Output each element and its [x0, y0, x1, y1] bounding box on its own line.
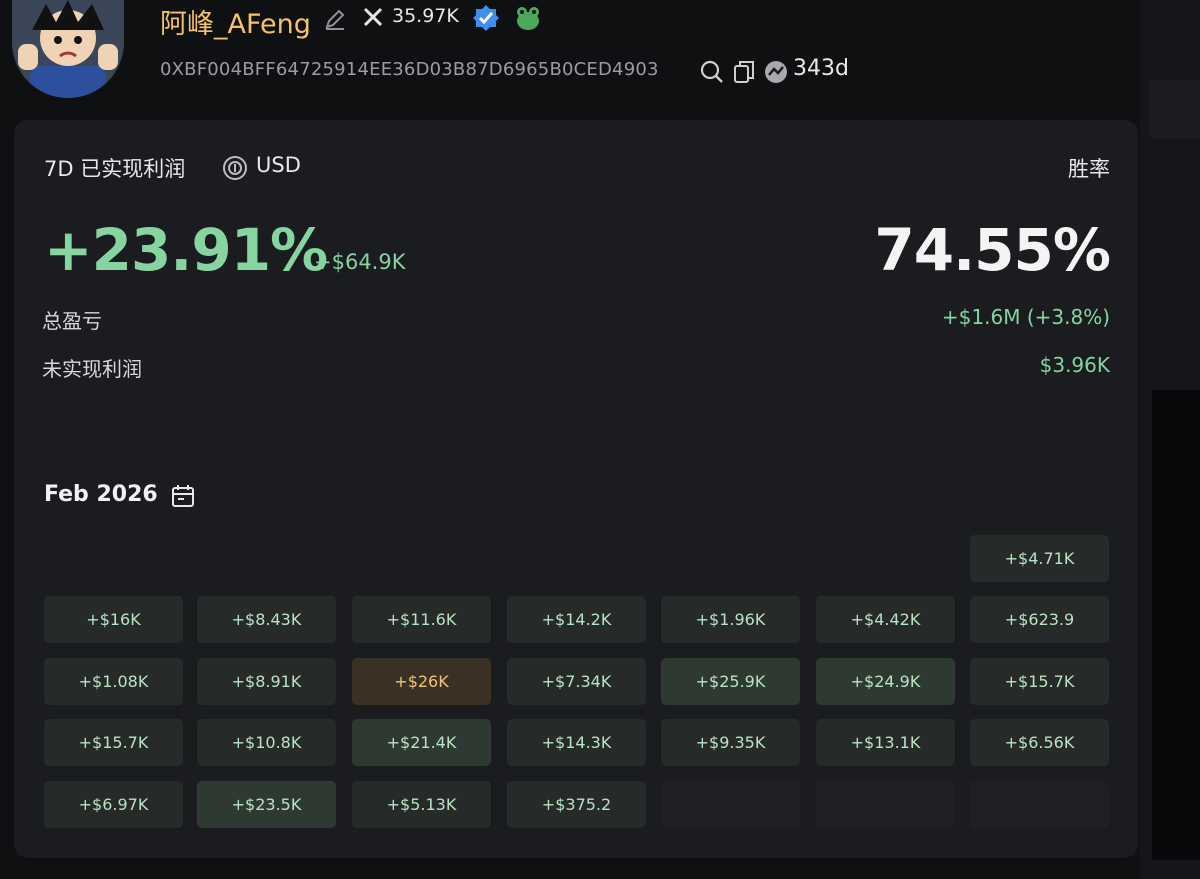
calendar-day-cell[interactable]: +$8.43K	[197, 596, 336, 643]
frog-icon	[517, 7, 539, 30]
total-pnl-label: 总盈亏	[42, 309, 102, 333]
winrate-value: 74.55%	[874, 216, 1111, 284]
calendar-day-cell[interactable]: +$6.56K	[970, 719, 1109, 766]
calendar-month[interactable]: Feb 2026	[44, 482, 158, 507]
period-label[interactable]: 7D 已实现利润	[44, 153, 185, 183]
calendar-day-cell[interactable]: +$14.3K	[507, 719, 646, 766]
pnl-amount: +$64.9K	[314, 250, 406, 274]
calendar-day-cell[interactable]: +$11.6K	[352, 596, 491, 643]
background-table	[1152, 390, 1200, 860]
calendar-day-cell[interactable]: +$16K	[44, 596, 183, 643]
calendar-day-cell[interactable]: +$9.35K	[661, 719, 800, 766]
calendar-day-cell[interactable]: +$623.9	[970, 596, 1109, 643]
calendar-day-cell[interactable]: +$23.5K	[197, 781, 336, 828]
page: 阿峰_AFeng 35.97K 0XBF004BFF64725914EE36D0…	[0, 0, 1200, 879]
calendar-day-cell[interactable]: +$1.08K	[44, 658, 183, 705]
pnl-percent: +23.91%	[44, 216, 328, 284]
currency-switch-icon[interactable]	[222, 155, 248, 181]
calendar-day-cell[interactable]: +$5.13K	[352, 781, 491, 828]
calendar-empty-cell	[816, 781, 955, 828]
calendar-day-cell[interactable]: +$21.4K	[352, 719, 491, 766]
wallet-age-icon	[765, 61, 787, 83]
wallet-age: 343d	[793, 56, 849, 81]
calendar-day-cell[interactable]: +$25.9K	[661, 658, 800, 705]
calendar-day-cell[interactable]: +$26K	[352, 658, 491, 705]
calendar-day-cell[interactable]: +$8.91K	[197, 658, 336, 705]
verified-icon	[473, 5, 499, 31]
copy-icon[interactable]	[732, 59, 756, 85]
calendar-day-cell[interactable]: +$1.96K	[661, 596, 800, 643]
calendar-day-cell[interactable]: +$15.7K	[44, 719, 183, 766]
search-icon[interactable]	[699, 59, 725, 85]
background-panel	[1140, 0, 1200, 879]
username[interactable]: 阿峰_AFeng	[160, 2, 311, 41]
calendar-day-cell[interactable]: +$10.8K	[197, 719, 336, 766]
unrealized-value: $3.96K	[1039, 353, 1110, 377]
calendar-day-cell[interactable]: +$6.97K	[44, 781, 183, 828]
edit-icon[interactable]	[322, 6, 348, 32]
calendar-day-cell[interactable]: +$14.2K	[507, 596, 646, 643]
winrate-label: 胜率	[1068, 157, 1110, 181]
calendar-day-cell[interactable]: +$4.42K	[816, 596, 955, 643]
calendar-day-cell[interactable]: +$7.34K	[507, 658, 646, 705]
calendar-empty-cell	[970, 781, 1109, 828]
calendar-day-cell[interactable]: +$15.7K	[970, 658, 1109, 705]
calendar-day-cell[interactable]: +$375.2	[507, 781, 646, 828]
avatar[interactable]	[12, 0, 124, 98]
unrealized-label: 未实现利润	[42, 357, 142, 381]
calendar-icon[interactable]	[170, 483, 196, 509]
total-pnl-value: +$1.6M (+3.8%)	[941, 305, 1110, 329]
background-button	[1150, 80, 1200, 138]
x-icon[interactable]	[362, 6, 384, 28]
calendar-day-cell[interactable]: +$24.9K	[816, 658, 955, 705]
currency-label[interactable]: USD	[256, 153, 301, 177]
calendar-day-cell[interactable]: +$4.71K	[970, 535, 1109, 582]
wallet-address: 0XBF004BFF64725914EE36D03B87D6965B0CED49…	[160, 59, 659, 80]
calendar-day-cell[interactable]: +$13.1K	[816, 719, 955, 766]
calendar-empty-cell	[661, 781, 800, 828]
follower-count: 35.97K	[392, 5, 459, 27]
